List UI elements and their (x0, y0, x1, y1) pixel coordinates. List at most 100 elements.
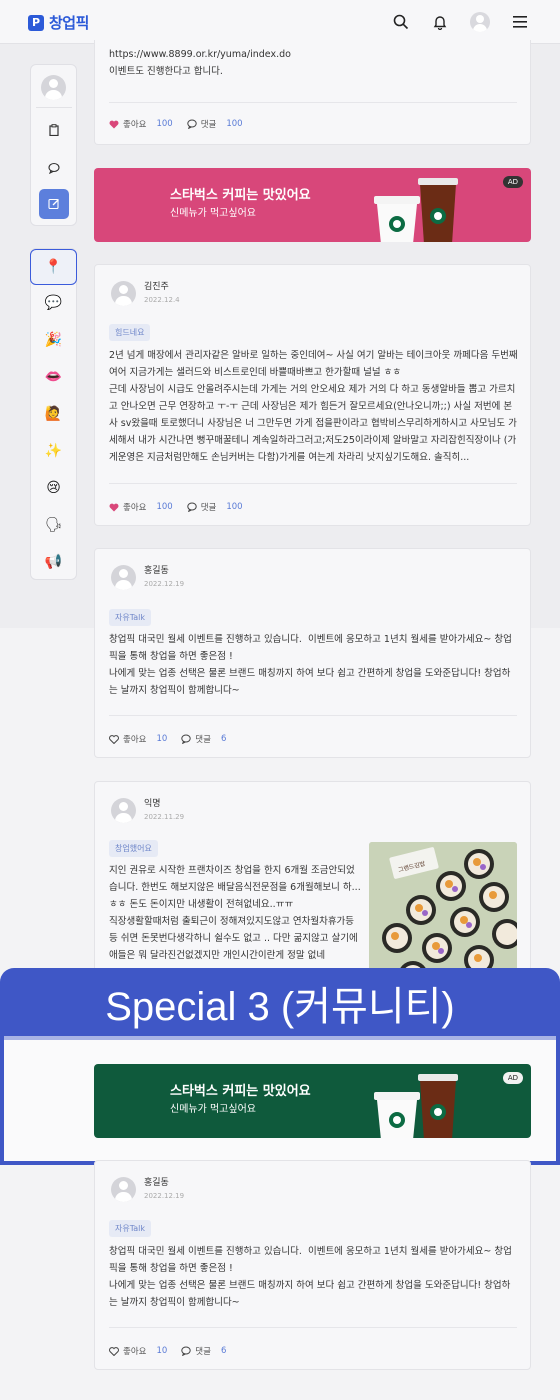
post-card[interactable]: 김진주 2022.12.4 힘드네요 2년 넘게 매장에서 관리자같은 알바로 … (94, 264, 531, 526)
heart-outline-icon (109, 1346, 119, 1356)
post-actions: 좋아요 10 댓글 6 (109, 733, 240, 745)
post-author: 홍길동 2022.12.19 (111, 1177, 184, 1202)
comment-icon[interactable] (39, 153, 69, 183)
post-actions: 좋아요 100 댓글 100 (109, 118, 257, 130)
ad-subtitle: 신메뉴가 먹고싶어요 (170, 1104, 256, 1115)
like-label: 좋아요 (123, 120, 147, 130)
category-tag[interactable]: 자유Talk (109, 609, 152, 626)
coffee-cups-image (374, 178, 458, 242)
category-megaphone-icon[interactable]: 📢 (31, 544, 76, 580)
edit-icon[interactable] (39, 189, 69, 219)
post-actions: 좋아요 100 댓글 100 (109, 501, 257, 513)
divider (109, 1327, 517, 1328)
author-name: 홍길동 (144, 1178, 169, 1188)
heart-outline-icon (109, 734, 119, 744)
person-icon: 🙋 (44, 406, 63, 422)
post-author: 김진주 2022.12.4 (111, 281, 180, 306)
category-party-popper-icon[interactable]: 🎉 (31, 322, 76, 358)
section-banner: Special 3 (커뮤니티) (0, 968, 560, 1040)
ad-banner[interactable]: 스타벅스 커피는 맛있어요 신메뉴가 먹고싶어요 AD (94, 168, 531, 242)
profile-rail (30, 64, 77, 226)
post-author: 익명 2022.11.29 (111, 798, 184, 823)
category-speaking-head-icon[interactable]: 🗣 (31, 507, 76, 543)
avatar (111, 1177, 136, 1202)
post-body: 2년 넘게 매장에서 관리자같은 알바로 일하는 중인데여~ 사실 여기 알바는… (109, 350, 518, 463)
bell-icon[interactable] (430, 12, 450, 32)
post-card[interactable]: 홍길동 2022.12.19 자유Talk 창업픽 대국민 월세 이벤트를 진행… (94, 1160, 531, 1370)
divider (109, 715, 517, 716)
category-tag[interactable]: 창업했어요 (109, 840, 158, 857)
post-date: 2022.12.4 (144, 296, 180, 304)
category-speech-balloon-icon[interactable]: 💬 (31, 285, 76, 321)
post-card[interactable]: 홍길동 2022.12.19 자유Talk 창업픽 대국민 월세 이벤트를 진행… (94, 548, 531, 758)
post-author: 홍길동 2022.12.19 (111, 565, 184, 590)
clipboard-icon[interactable] (39, 115, 69, 145)
like-label: 좋아요 (123, 503, 147, 513)
category-sparkles-icon[interactable]: ✨ (31, 433, 76, 469)
comment-button[interactable]: 댓글 6 (181, 1345, 226, 1357)
like-label: 좋아요 (123, 1347, 147, 1357)
sparkles-icon: ✨ (44, 443, 63, 459)
profile-avatar[interactable] (41, 75, 66, 100)
category-person-icon[interactable]: 🙋 (31, 396, 76, 432)
banner-title: Special 3 (커뮤니티) (105, 985, 455, 1029)
category-pin-icon[interactable]: 📍 (30, 249, 77, 285)
comment-button[interactable]: 댓글 100 (187, 118, 243, 130)
ad-banner[interactable]: 스타벅스 커피는 맛있어요 신메뉴가 먹고싶어요 AD (94, 1064, 531, 1138)
post-date: 2022.12.19 (144, 1192, 185, 1200)
lips-icon: 👄 (44, 369, 63, 385)
like-button[interactable]: 좋아요 100 (109, 501, 173, 513)
comment-button[interactable]: 댓글 100 (187, 501, 243, 513)
speech-balloon-icon: 💬 (44, 295, 63, 311)
avatar (111, 565, 136, 590)
like-button[interactable]: 좋아요 10 (109, 733, 167, 745)
logo-mark: P (28, 14, 44, 31)
author-name: 익명 (144, 799, 161, 809)
logo[interactable]: P 창업픽 (28, 12, 89, 33)
like-count: 100 (156, 119, 173, 129)
sad-face-icon: 😢 (46, 480, 61, 496)
comment-icon (181, 1346, 191, 1356)
comment-label: 댓글 (200, 503, 217, 513)
menu-icon[interactable] (510, 12, 530, 32)
post-date: 2022.11.29 (144, 813, 185, 821)
like-button[interactable]: 좋아요 100 (109, 118, 173, 130)
like-count: 100 (156, 502, 173, 512)
category-tag[interactable]: 힘드네요 (109, 324, 151, 341)
search-icon[interactable] (391, 12, 411, 32)
ad-title: 스타벅스 커피는 맛있어요 (170, 188, 311, 203)
heart-icon (109, 120, 119, 128)
category-rail: 📍 💬 🎉 👄 🙋 ✨ 😢 🗣 📢 (30, 248, 77, 580)
comment-icon (187, 119, 197, 129)
post-card[interactable]: https://www.8899.or.kr/yuma/index.do 이벤트… (94, 40, 531, 145)
post-date: 2022.12.19 (144, 580, 185, 588)
comment-count: 100 (226, 119, 243, 129)
comment-count: 100 (226, 502, 243, 512)
divider (109, 483, 517, 484)
comment-icon (181, 734, 191, 744)
like-label: 좋아요 (123, 735, 147, 745)
category-sad-face-icon[interactable]: 😢 (31, 470, 76, 506)
post-body: https://www.8899.or.kr/yuma/index.do 이벤트… (109, 49, 291, 77)
avatar (111, 798, 136, 823)
ad-badge: AD (502, 176, 523, 188)
ad-title: 스타벅스 커피는 맛있어요 (170, 1084, 311, 1099)
comment-label: 댓글 (195, 1347, 211, 1357)
ad-badge: AD (502, 1072, 523, 1084)
avatar[interactable] (470, 12, 490, 32)
author-name: 홍길동 (144, 566, 169, 576)
divider (109, 102, 517, 103)
post-actions: 좋아요 10 댓글 6 (109, 1345, 240, 1357)
like-count: 10 (156, 1346, 168, 1356)
divider (36, 107, 72, 108)
comment-button[interactable]: 댓글 6 (181, 733, 226, 745)
like-button[interactable]: 좋아요 10 (109, 1345, 167, 1357)
category-tag[interactable]: 자유Talk (109, 1220, 152, 1237)
heart-icon (109, 503, 119, 511)
comment-label: 댓글 (195, 735, 211, 745)
megaphone-icon: 📢 (44, 554, 63, 570)
category-lips-icon[interactable]: 👄 (31, 359, 76, 395)
top-header: P 창업픽 (0, 0, 560, 44)
post-body: 지인 권유로 시작한 프랜차이즈 창업을 한지 6개월 조금안되었습니다. 한번… (109, 865, 361, 961)
logo-text: 창업픽 (49, 14, 89, 32)
